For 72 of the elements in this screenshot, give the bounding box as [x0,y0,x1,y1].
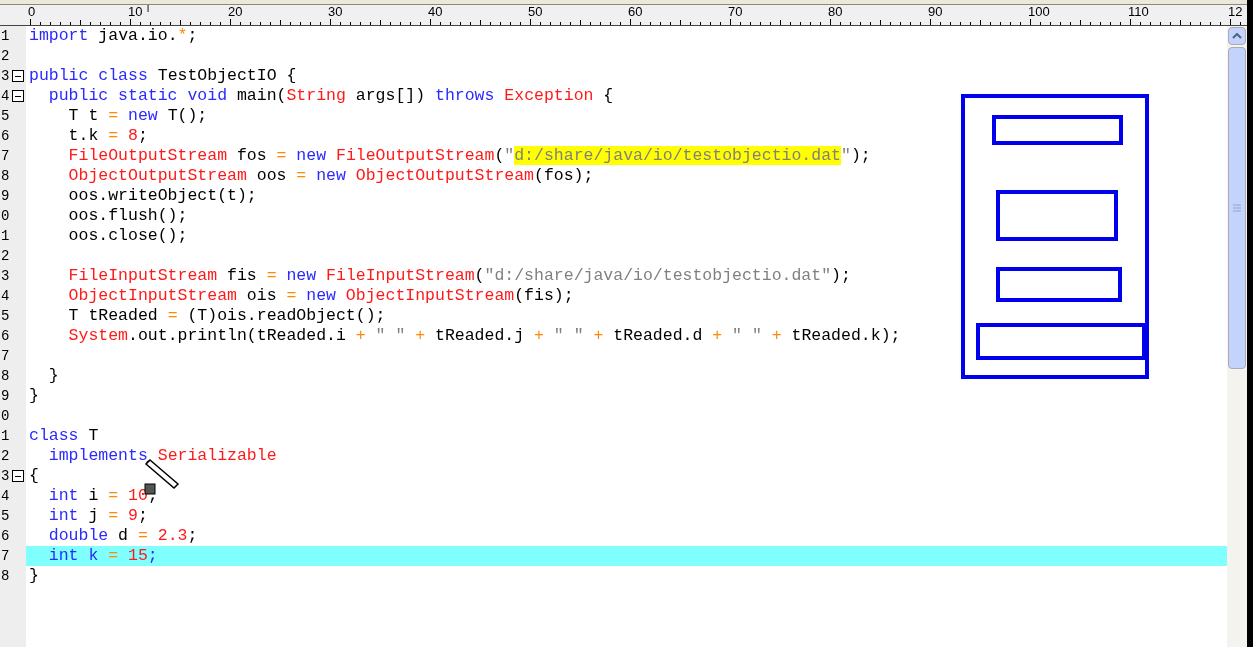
ruler-label: 80 [827,5,844,19]
code-line: implements Serializable [47,446,277,466]
ruler-label: 12 [1227,5,1244,19]
code-line: class T [28,426,99,446]
line-number: 3 [0,466,10,486]
code-line: oos.flush(); [67,206,188,226]
line-number: 4 [0,286,10,306]
ruler-label: 110 [1127,5,1150,19]
code-line: } [28,566,39,586]
line-number: 7 [0,546,10,566]
code-line: int j = 9; [47,506,148,526]
code-line: FileInputStream fis = new FileInputStream("d:/share/java/io/testobjectio.dat"); [67,266,851,286]
line-number: 6 [0,326,10,346]
ruler-label: 0 [27,5,37,19]
grip-icon [1233,204,1241,212]
line-number: 9 [0,186,10,206]
line-number: 3 [0,266,10,286]
code-line: FileOutputStream fos = new FileOutputStream("d:/share/java/io/testobjectio.dat"); [67,146,871,166]
ruler-label: 90 [927,5,944,19]
code-line: public class TestObjectIO { [28,66,297,86]
code-line: import java.io.*; [28,26,198,46]
scrollbar-thumb[interactable] [1228,47,1246,369]
line-number: 5 [0,306,10,326]
code-line: int k = 15; [47,546,158,566]
line-number: 0 [0,406,10,426]
ruler-label: 70 [727,5,744,19]
line-number: 8 [0,566,10,586]
line-number: 2 [0,246,10,266]
line-number: 7 [0,346,10,366]
line-number: 8 [0,366,10,386]
ruler-label: 20 [227,5,244,19]
ruler-label: 30 [327,5,344,19]
ruler-marker: T [145,5,152,15]
line-number: 4 [0,486,10,506]
line-number: 2 [0,446,10,466]
ruler-label: 10 [127,5,144,19]
ruler-label: 50 [527,5,544,19]
line-number: 1 [0,226,10,246]
line-number: 8 [0,166,10,186]
ruler-label: 100 [1027,5,1051,19]
line-number: 3 [0,66,10,86]
line-number: 6 [0,526,10,546]
line-number: 1 [0,26,10,46]
fold-toggle[interactable] [12,90,24,102]
code-line: } [47,366,59,386]
code-line: { [28,466,39,486]
code-line: public static void main(String args[]) throws Exception { [47,86,614,106]
code-line: T tReaded = (T)ois.readObject(); [67,306,386,326]
code-line: oos.close(); [67,226,188,246]
line-number: 5 [0,106,10,126]
code-line: double d = 2.3; [47,526,198,546]
line-number: 2 [0,46,10,66]
line-number: 5 [0,506,10,526]
caret-icon [1232,33,1242,39]
line-number: 0 [0,206,10,226]
code-line: oos.writeObject(t); [67,186,257,206]
line-number: 9 [0,386,10,406]
code-line: } [28,386,39,406]
fold-toggle[interactable] [12,70,24,82]
ruler-label: 40 [427,5,444,19]
line-number: 7 [0,146,10,166]
code-line: ObjectInputStream ois = new ObjectInputStream(fis); [67,286,574,306]
fold-toggle[interactable] [12,470,24,482]
code-line: System.out.println(tReaded.i + " " + tReaded.j + " " + tReaded.d + " " + tReaded.k); [67,326,901,346]
ruler-label: 60 [627,5,644,19]
line-number: 1 [0,426,10,446]
line-number: 6 [0,126,10,146]
line-number: 4 [0,86,10,106]
scroll-up-button[interactable] [1228,27,1246,45]
code-line: ObjectOutputStream oos = new ObjectOutputStream(fos); [67,166,594,186]
code-line: T t = new T(); [67,106,208,126]
code-line: t.k = 8; [67,126,148,146]
